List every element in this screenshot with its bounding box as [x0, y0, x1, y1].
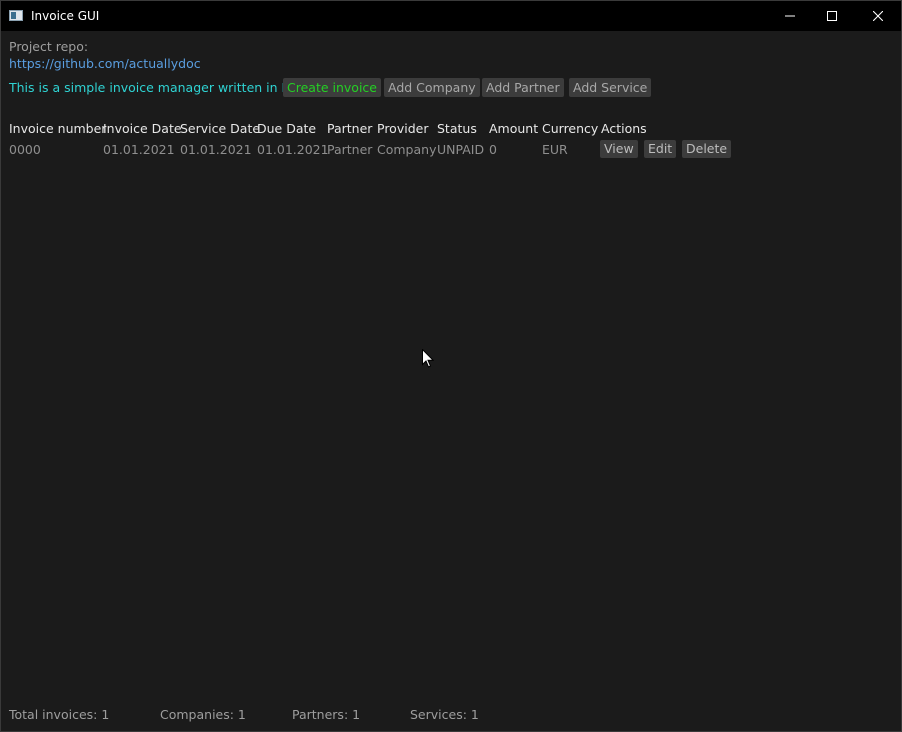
add-company-button[interactable]: Add Company [384, 78, 480, 97]
app-window: Invoice GUI Project repo: https://github… [0, 0, 902, 732]
header-invoice-date: Invoice Date [103, 121, 182, 136]
header-invoice-number: Invoice number [9, 121, 107, 136]
cell-due-date: 01.01.2021 [257, 142, 329, 157]
cell-invoice-number: 0000 [9, 142, 41, 157]
view-button[interactable]: View [600, 140, 638, 158]
add-partner-button[interactable]: Add Partner [482, 78, 564, 97]
header-actions: Actions [601, 121, 647, 136]
cell-amount: 0 [489, 142, 497, 157]
title-bar[interactable]: Invoice GUI [1, 1, 901, 31]
cell-status: UNPAID [437, 142, 485, 157]
cell-service-date: 01.01.2021 [180, 142, 252, 157]
header-due-date: Due Date [257, 121, 317, 136]
mouse-cursor-icon [422, 349, 434, 368]
header-service-date: Service Date [180, 121, 261, 136]
minimize-icon [785, 15, 795, 17]
create-invoice-button[interactable]: Create invoice [283, 78, 381, 97]
maximize-icon [827, 11, 837, 21]
header-amount: Amount [489, 121, 539, 136]
close-button[interactable] [855, 1, 901, 31]
repo-label: Project repo: [9, 39, 89, 54]
header-provider: Provider [377, 121, 429, 136]
add-service-button[interactable]: Add Service [569, 78, 652, 97]
cell-partner: Partner [327, 142, 373, 157]
main-content: Project repo: https://github.com/actuall… [1, 31, 901, 731]
partners-count: Partners: 1 [292, 707, 361, 722]
cell-provider: Company [377, 142, 437, 157]
window-title: Invoice GUI [31, 9, 100, 23]
cell-currency: EUR [542, 142, 568, 157]
close-icon [873, 11, 883, 21]
delete-button[interactable]: Delete [682, 140, 732, 158]
header-currency: Currency [542, 121, 599, 136]
services-count: Services: 1 [410, 707, 479, 722]
total-invoices-count: Total invoices: 1 [9, 707, 110, 722]
header-partner: Partner [327, 121, 373, 136]
intro-text: This is a simple invoice manager written… [9, 80, 309, 95]
companies-count: Companies: 1 [160, 707, 246, 722]
maximize-button[interactable] [809, 1, 855, 31]
cell-invoice-date: 01.01.2021 [103, 142, 175, 157]
edit-button[interactable]: Edit [644, 140, 677, 158]
app-icon [9, 10, 23, 21]
header-status: Status [437, 121, 477, 136]
minimize-button[interactable] [767, 1, 813, 31]
repo-link[interactable]: https://github.com/actuallydoc [9, 56, 201, 71]
